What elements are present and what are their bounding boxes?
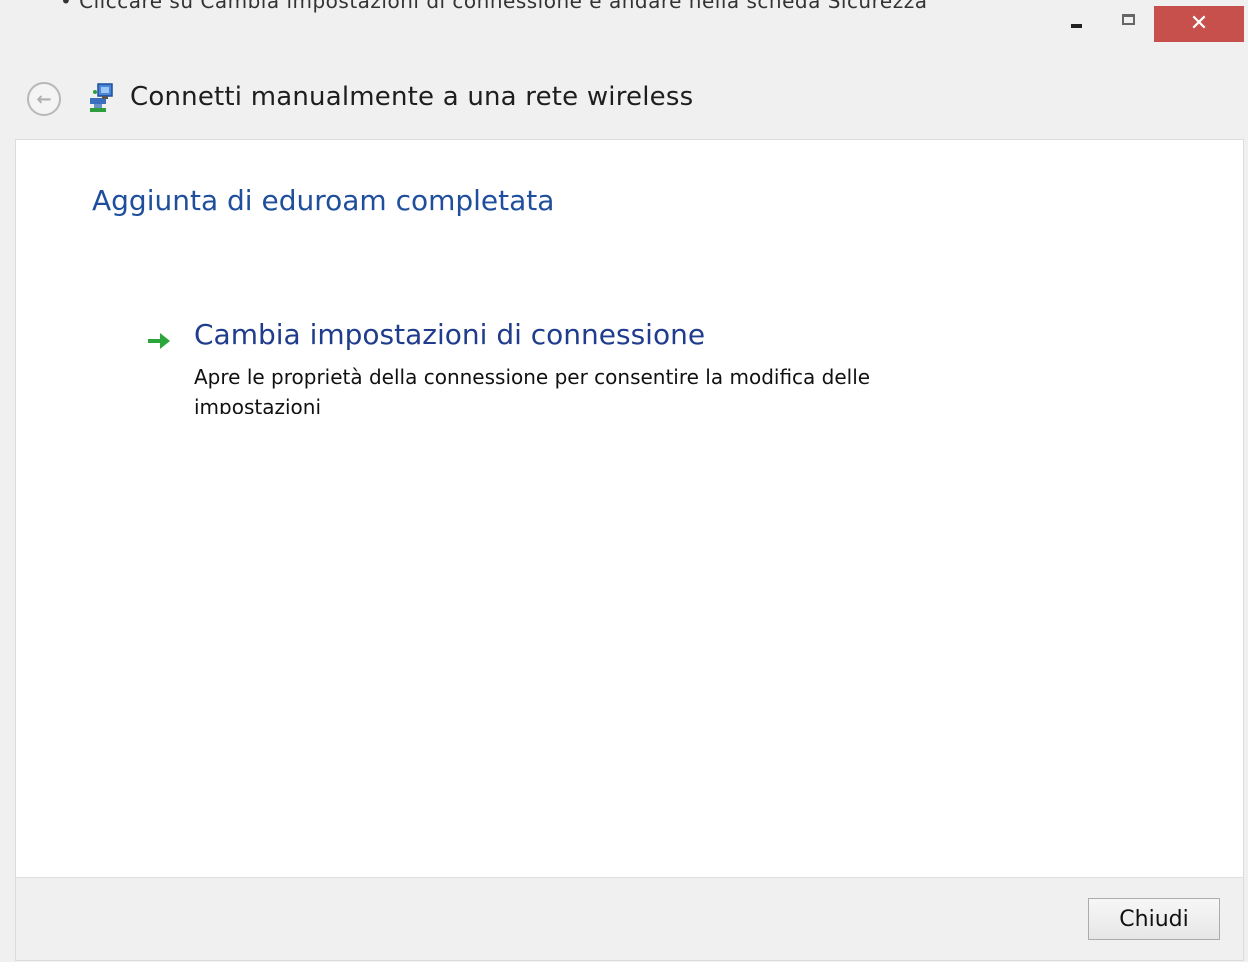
green-arrow-icon: [148, 333, 170, 349]
dialog-header: ← Connetti manualmente a una rete wirele…: [0, 72, 1248, 124]
maximize-icon: [1121, 13, 1135, 25]
maximize-button[interactable]: [1106, 2, 1150, 42]
close-button[interactable]: Chiudi: [1088, 898, 1220, 940]
minimize-icon: [1070, 24, 1082, 28]
change-connection-settings-link[interactable]: Cambia impostazioni di connessione Apre …: [146, 318, 946, 414]
network-icon: [90, 83, 113, 112]
dialog-title: Connetti manualmente a una rete wireless: [130, 82, 694, 112]
main-heading: Aggiunta di eduroam completata: [92, 184, 555, 217]
link-description: Apre le proprietà della connessione per …: [194, 365, 871, 414]
minimize-button[interactable]: [1054, 2, 1098, 42]
title-bar[interactable]: ✕: [0, 0, 1248, 44]
back-arrow-icon: ←: [36, 88, 52, 110]
content-panel: Aggiunta di eduroam completata Cambia im…: [15, 139, 1244, 877]
link-title: Cambia impostazioni di connessione: [194, 318, 706, 351]
back-button[interactable]: ←: [27, 82, 61, 116]
dialog-footer: Chiudi: [15, 877, 1244, 961]
dialog-window: • Cliccare su Cambia impostazioni di con…: [0, 0, 1248, 962]
close-window-button[interactable]: ✕: [1154, 6, 1244, 42]
close-icon: ✕: [1189, 11, 1209, 36]
